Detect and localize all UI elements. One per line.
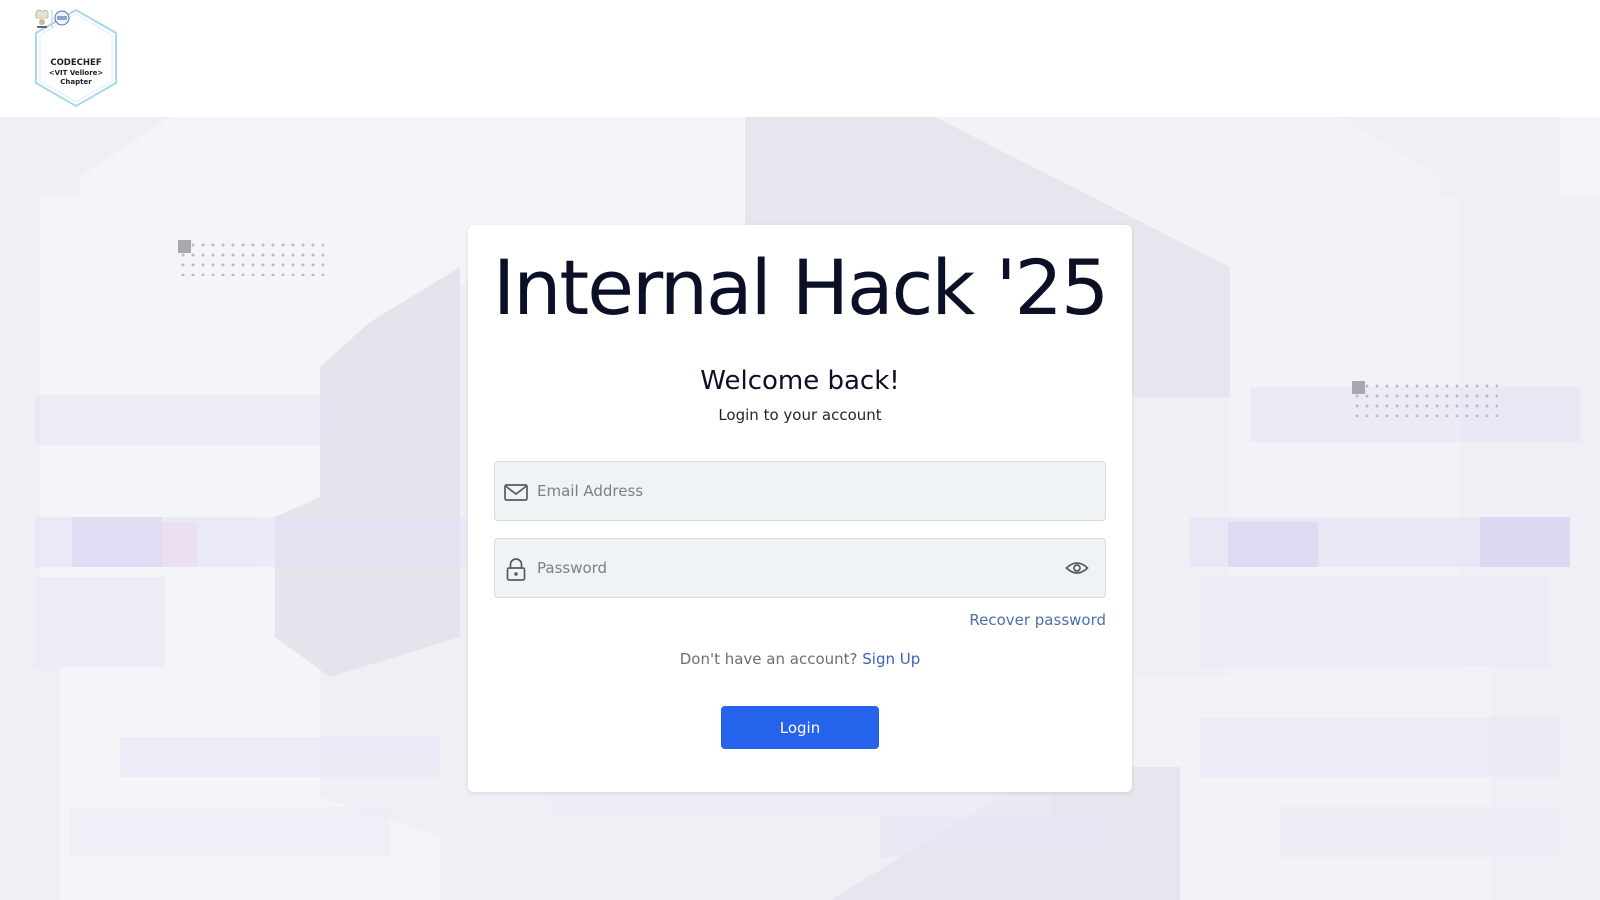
mail-icon [504,484,528,501]
chef-emblem-icon [35,9,70,28]
login-subtitle: Login to your account [718,406,882,424]
login-card: Internal Hack '25 Welcome back! Login to… [468,225,1132,792]
dot-grid-decoration-left [178,240,324,276]
logo-subtitle: <VIT Vellore> [48,69,104,77]
recover-password-link[interactable]: Recover password [969,611,1106,629]
email-field[interactable] [494,461,1106,521]
password-field[interactable] [494,538,1106,598]
password-input[interactable] [537,539,1037,597]
logo-caption: Chapter [60,78,92,86]
signup-prompt: Don't have an account? Sign Up [468,650,1132,668]
top-header: CODECHEF <VIT Vellore> Chapter [0,0,1600,117]
page-title: Internal Hack '25 [492,243,1109,332]
dot-grid-decoration-right [1352,381,1498,417]
eye-icon[interactable] [1065,558,1089,578]
email-input[interactable] [537,462,1037,520]
login-button[interactable]: Login [721,706,879,749]
signup-link[interactable]: Sign Up [862,650,920,668]
lock-icon [506,558,526,581]
logo-title: CODECHEF [50,58,102,68]
signup-prompt-text: Don't have an account? [679,650,858,668]
codechef-logo[interactable]: CODECHEF <VIT Vellore> Chapter [32,8,120,108]
welcome-heading: Welcome back! [700,366,900,396]
